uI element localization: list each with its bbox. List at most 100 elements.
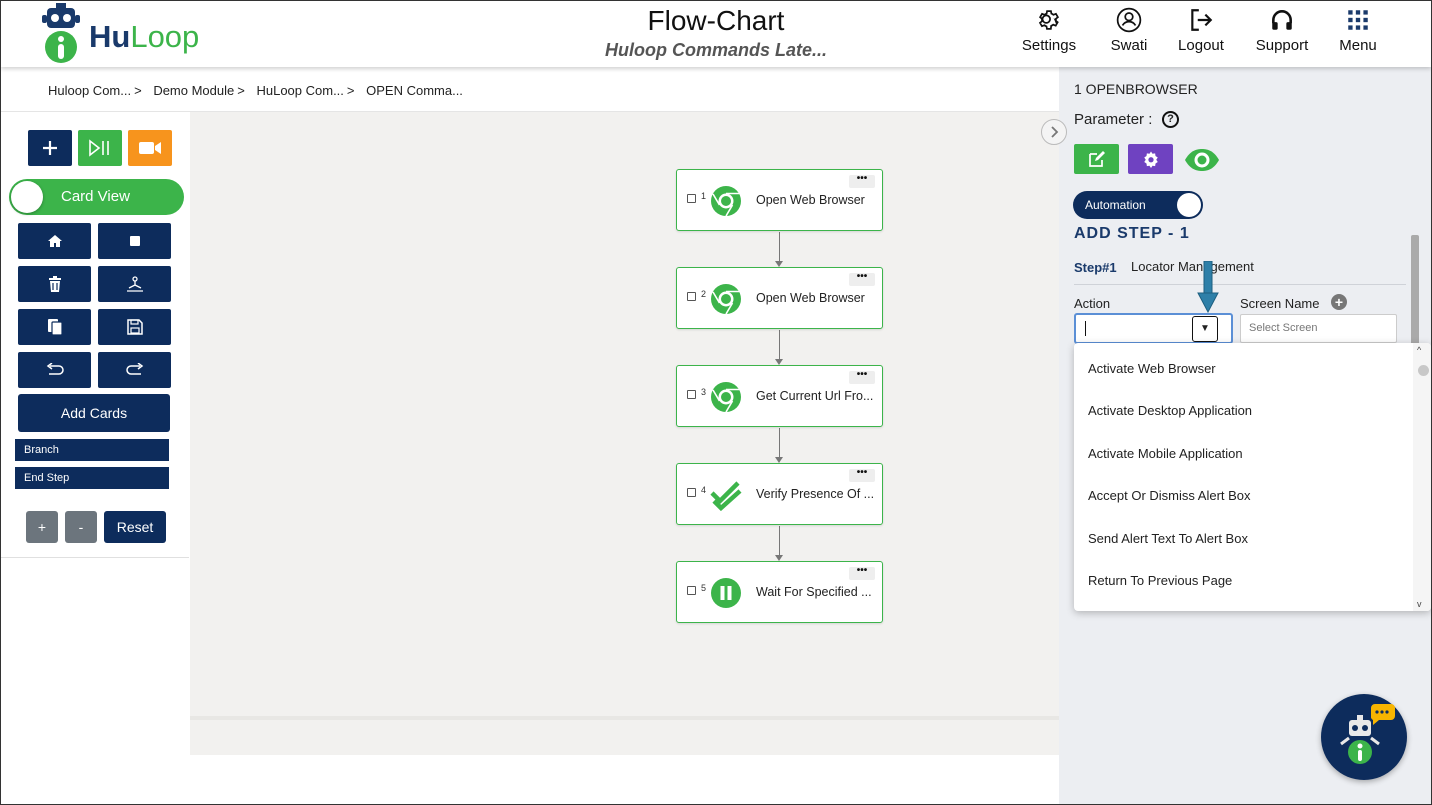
logout-nav[interactable]: Logout xyxy=(1173,7,1229,54)
add-cards-button[interactable]: Add Cards xyxy=(18,394,170,432)
more-options-icon[interactable]: ••• xyxy=(849,566,875,580)
gear-icon xyxy=(1143,151,1158,168)
flow-card[interactable]: 3 Get Current Url Fro... ••• xyxy=(676,365,883,427)
collapse-panel-button[interactable] xyxy=(1041,119,1067,145)
flow-card[interactable]: 5 Wait For Specified ... ••• xyxy=(676,561,883,623)
canvas-scrollbar[interactable] xyxy=(190,716,1059,720)
breadcrumb-item[interactable]: HuLoop Com... xyxy=(256,83,343,98)
more-options-icon[interactable]: ••• xyxy=(849,174,875,188)
automation-toggle[interactable]: Automation xyxy=(1073,191,1203,219)
chrome-icon xyxy=(711,186,741,217)
flow-card[interactable]: 1 Open Web Browser ••• xyxy=(676,169,883,231)
dropdown-option[interactable]: Accept Or Dismiss Alert Box xyxy=(1088,488,1251,503)
user-avatar-icon xyxy=(1116,7,1142,33)
card-number: 5 xyxy=(701,583,707,593)
more-options-icon[interactable]: ••• xyxy=(849,272,875,286)
card-view-label: Card View xyxy=(61,188,130,205)
chrome-icon xyxy=(711,382,741,413)
help-icon[interactable]: ? xyxy=(1162,111,1179,128)
add-button[interactable] xyxy=(28,130,72,166)
redo-button[interactable] xyxy=(98,352,171,388)
page-subtitle: Huloop Commands Late... xyxy=(604,40,827,60)
card-number: 2 xyxy=(701,289,707,299)
card-checkbox[interactable] xyxy=(687,292,696,301)
save-button[interactable] xyxy=(98,309,171,345)
support-nav[interactable]: Support xyxy=(1251,7,1313,54)
dropdown-option[interactable]: Return To Previous Page xyxy=(1088,573,1232,588)
more-options-icon[interactable]: ••• xyxy=(849,468,875,482)
card-label: Wait For Specified ... xyxy=(756,585,872,599)
copy-button[interactable] xyxy=(18,309,91,345)
breadcrumb-item[interactable]: Huloop Com... xyxy=(48,83,131,98)
stop-button[interactable] xyxy=(98,223,171,259)
chevron-right-icon: > xyxy=(134,83,142,98)
chatbot-button[interactable] xyxy=(1321,694,1407,780)
flow-card[interactable]: 2 Open Web Browser ••• xyxy=(676,267,883,329)
redo-icon xyxy=(125,363,143,375)
connector-line xyxy=(779,526,780,556)
record-button[interactable] xyxy=(128,130,172,166)
annotation-arrow-icon xyxy=(1197,261,1219,313)
logout-icon xyxy=(1191,9,1213,31)
page-title: Flow-Chart xyxy=(647,5,785,36)
card-number: 4 xyxy=(701,485,707,495)
dropdown-option[interactable]: Send Alert Text To Alert Box xyxy=(1088,531,1248,546)
play-pause-icon xyxy=(89,139,109,157)
settings-label: Settings xyxy=(1021,37,1077,54)
add-screen-icon[interactable]: + xyxy=(1331,294,1347,310)
card-checkbox[interactable] xyxy=(687,488,696,497)
pause-icon xyxy=(711,578,741,608)
gear-icon xyxy=(1038,10,1060,30)
dropdown-scrollbar[interactable]: ^ v xyxy=(1413,343,1431,611)
user-nav[interactable]: Swati xyxy=(1105,7,1153,54)
home-icon xyxy=(47,235,62,247)
dropdown-option[interactable]: Activate Web Browser xyxy=(1088,361,1216,376)
automation-label: Automation xyxy=(1085,198,1146,212)
scrollbar-thumb[interactable] xyxy=(1418,365,1429,376)
breadcrumb-item[interactable]: OPEN Comma... xyxy=(366,83,463,98)
zoom-out-button[interactable]: - xyxy=(65,511,97,543)
chevron-right-icon: > xyxy=(237,83,245,98)
dropdown-option[interactable]: Activate Mobile Application xyxy=(1088,446,1243,461)
reset-button[interactable]: Reset xyxy=(104,511,166,543)
dropdown-toggle-icon[interactable]: ▼ xyxy=(1192,316,1218,342)
home-button[interactable] xyxy=(18,223,91,259)
settings-nav[interactable]: Settings xyxy=(1019,7,1079,54)
panel-scrollbar[interactable] xyxy=(1411,235,1419,345)
breadcrumb-item[interactable]: Demo Module xyxy=(153,83,234,98)
scroll-down-icon[interactable]: v xyxy=(1417,599,1422,609)
flow-canvas[interactable]: 1 Open Web Browser ••• 2 Open Web Browse… xyxy=(190,112,1059,755)
delete-button[interactable] xyxy=(18,266,91,302)
screen-select-input[interactable]: Select Screen xyxy=(1240,314,1397,343)
dropdown-option[interactable]: Activate Desktop Application xyxy=(1088,403,1252,418)
menu-nav[interactable]: Menu xyxy=(1335,7,1381,54)
logout-label: Logout xyxy=(1178,37,1224,54)
undo-button[interactable] xyxy=(18,352,91,388)
run-pause-button[interactable] xyxy=(78,130,122,166)
card-checkbox[interactable] xyxy=(687,390,696,399)
screen-name-label: Screen Name xyxy=(1240,296,1320,311)
trash-icon xyxy=(48,276,61,292)
branch-button[interactable]: Branch xyxy=(15,439,169,461)
card-label: Get Current Url Fro... xyxy=(756,389,874,403)
more-options-icon[interactable]: ••• xyxy=(849,370,875,384)
settings-button[interactable] xyxy=(1128,144,1173,174)
edit-button[interactable] xyxy=(1074,144,1119,174)
flow-card[interactable]: 4 Verify Presence Of ... ••• xyxy=(676,463,883,525)
end-step-button[interactable]: End Step xyxy=(15,467,169,489)
card-view-toggle[interactable]: Card View xyxy=(9,179,184,215)
locator-management-tab[interactable]: Locator Management xyxy=(1131,259,1254,274)
robot-assistant-icon xyxy=(1340,704,1395,764)
card-checkbox[interactable] xyxy=(687,194,696,203)
undo-icon xyxy=(46,363,64,375)
left-toolbar: Card View Add Cards Branch End Step + - … xyxy=(1,112,189,804)
preview-button[interactable] xyxy=(1183,147,1221,178)
scroll-up-icon[interactable]: ^ xyxy=(1417,345,1421,355)
action-label: Action xyxy=(1074,296,1111,311)
step-number-tab[interactable]: Step#1 xyxy=(1074,260,1117,275)
divider xyxy=(1074,284,1406,285)
huloop-logo[interactable]: HuLoop xyxy=(37,3,217,65)
flow-node-button[interactable] xyxy=(98,266,171,302)
zoom-in-button[interactable]: + xyxy=(26,511,58,543)
card-checkbox[interactable] xyxy=(687,586,696,595)
